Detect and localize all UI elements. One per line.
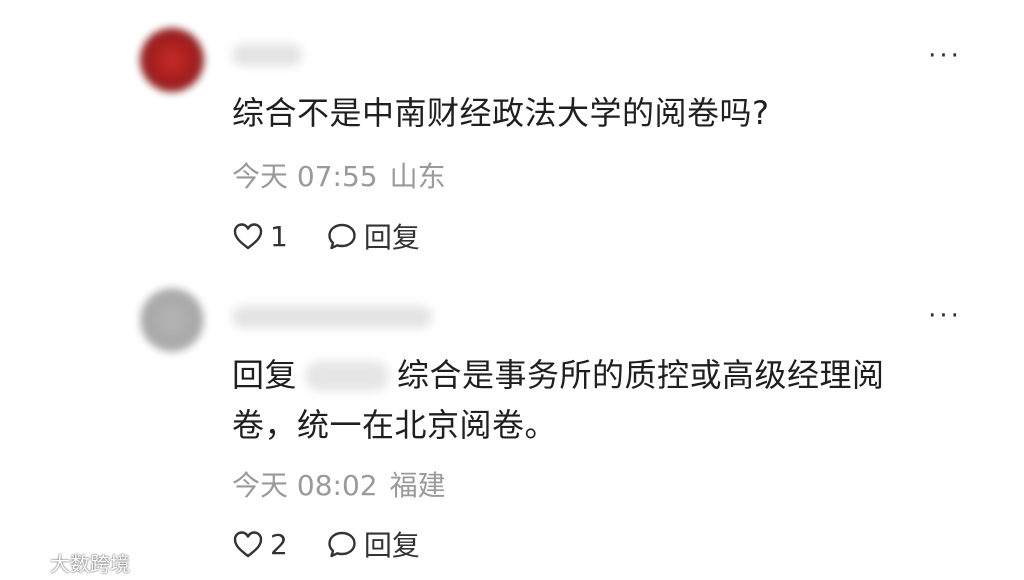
like-button[interactable]: 2 [232, 528, 288, 561]
comment-location: 福建 [389, 469, 446, 502]
comment-time: 今天 07:55 [232, 160, 378, 193]
more-icon[interactable]: ··· [920, 303, 970, 329]
comment-meta: 今天 08:02 福建 [232, 469, 458, 503]
reply-prefix: 回复 [232, 356, 298, 394]
mention-blurred[interactable] [305, 361, 390, 391]
like-count: 2 [270, 527, 288, 561]
comment-text: 综合不是中南财经政法大学的阅卷吗? [232, 94, 770, 132]
avatar[interactable] [140, 288, 204, 352]
watermark-text: 大数跨境 [50, 552, 130, 576]
more-icon[interactable]: ··· [920, 43, 970, 69]
username-blurred[interactable] [232, 44, 302, 66]
reply-button[interactable]: 回复 [326, 216, 420, 256]
comment-meta: 今天 07:55 山东 [232, 160, 458, 194]
speech-bubble-icon [328, 531, 356, 558]
like-count: 1 [270, 219, 288, 253]
avatar[interactable] [140, 28, 204, 92]
heart-outline-icon [233, 531, 263, 558]
username-blurred[interactable] [232, 306, 432, 328]
comment-actions: 1 回复 [232, 216, 420, 256]
comment-text: 回复 综合是事务所的质控或高级经理阅卷，统一在北京阅卷。 [232, 350, 922, 450]
comment-time: 今天 08:02 [232, 469, 378, 502]
comment-actions: 2 回复 [232, 524, 420, 564]
comment-list: ··· 综合不是中南财经政法大学的阅卷吗? 今天 07:55 山东 1 回复 ··… [0, 0, 1024, 580]
reply-label: 回复 [363, 529, 420, 562]
reply-label: 回复 [363, 221, 420, 254]
like-button[interactable]: 1 [232, 220, 288, 253]
reply-button[interactable]: 回复 [326, 524, 420, 564]
heart-outline-icon [233, 223, 263, 250]
speech-bubble-icon [328, 223, 356, 250]
comment-location: 山东 [389, 160, 446, 193]
watermark: 大数跨境 [6, 548, 130, 577]
watermark-logo-icon [6, 554, 46, 571]
